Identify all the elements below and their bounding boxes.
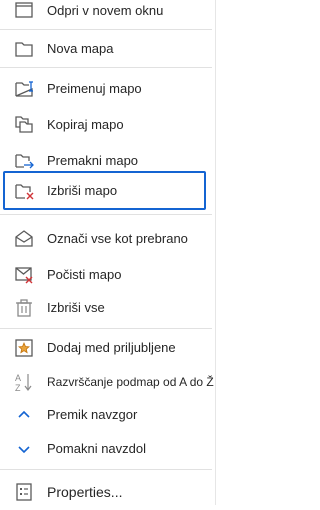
menu-item-clean-folder[interactable]: Počisti mapo (0, 257, 212, 293)
menu-item-label: Označi vse kot prebrano (47, 231, 188, 246)
menu-item-move-down[interactable]: Pomakni navzdol (0, 431, 212, 467)
menu-item-label: Preimenuj mapo (47, 81, 142, 96)
menu-item-add-favorites[interactable]: Dodaj med priljubljene (0, 330, 212, 366)
menu-item-label: Premakni mapo (47, 153, 139, 168)
new-folder-icon (13, 38, 35, 60)
menu-item-label: Izbriši vse (47, 300, 105, 315)
menu-item-move-up[interactable]: Premik navzgor (0, 397, 212, 433)
clean-folder-icon (13, 264, 35, 286)
menu-item-label: Počisti mapo (47, 267, 122, 282)
separator (0, 328, 212, 329)
separator (0, 214, 212, 215)
menu-item-new-folder[interactable]: Nova mapa (0, 31, 212, 67)
menu-item-label: Dodaj med priljubljene (47, 340, 176, 355)
menu-item-label: Razvrščanje podmap od A do Ž (47, 375, 214, 389)
menu-item-delete-all[interactable]: Izbriši vse (0, 290, 212, 326)
move-folder-icon (13, 150, 35, 172)
menu-item-label: Properties... (47, 484, 123, 500)
separator (0, 469, 212, 470)
separator (0, 29, 212, 30)
menu-item-label: Odpri v novem oknu (47, 3, 164, 18)
add-favorites-icon (13, 337, 35, 359)
focus-outline (3, 171, 206, 210)
chevron-down-icon (13, 438, 35, 460)
mark-all-read-icon (13, 228, 35, 250)
menu-item-rename-folder[interactable]: Preimenuj mapo (0, 71, 212, 107)
sort-az-icon: AZ (13, 371, 35, 393)
rename-folder-icon (13, 78, 35, 100)
menu-item-copy-folder[interactable]: Kopiraj mapo (0, 107, 212, 143)
svg-text:Z: Z (15, 383, 21, 393)
chevron-up-icon (13, 404, 35, 426)
separator (0, 67, 212, 68)
menu-item-label: Pomakni navzdol (47, 441, 146, 456)
open-new-window-icon (13, 0, 35, 22)
copy-folder-icon (13, 114, 35, 136)
svg-text:A: A (15, 373, 21, 383)
menu-item-mark-all-read[interactable]: Označi vse kot prebrano (0, 221, 212, 257)
menu-item-label: Kopiraj mapo (47, 117, 124, 132)
properties-icon (13, 481, 35, 503)
menu-item-open-new-window[interactable]: Odpri v novem oknu (0, 0, 212, 29)
delete-all-icon (13, 297, 35, 319)
menu-item-label: Premik navzgor (47, 407, 138, 422)
menu-item-label: Nova mapa (47, 41, 114, 56)
menu-item-sort-az[interactable]: AZ Razvrščanje podmap od A do Ž (0, 364, 214, 400)
folder-context-menu: Odpri v novem oknu Nova mapa Preimenuj m… (0, 0, 216, 505)
